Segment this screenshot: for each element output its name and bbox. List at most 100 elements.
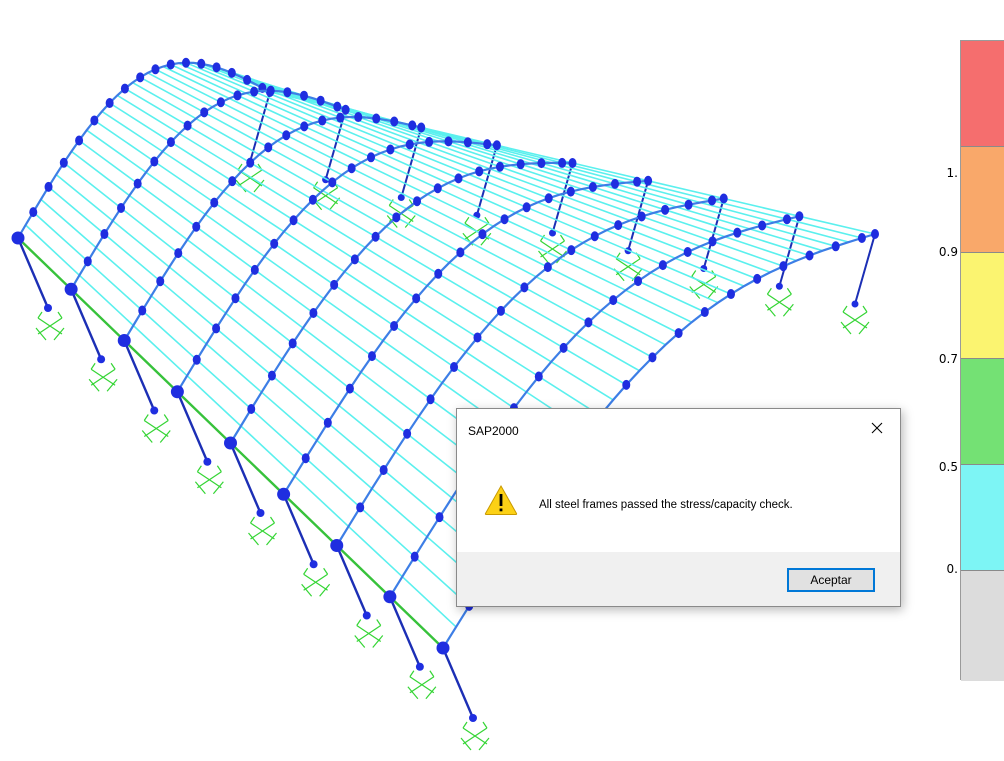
frame-hinge — [495, 161, 504, 172]
color-band-gray — [961, 571, 1004, 681]
frame-hinge — [567, 245, 576, 256]
frame-hinge — [347, 163, 356, 174]
frame-hinge — [264, 142, 273, 153]
frame-hinge — [496, 305, 505, 316]
frame-hinge — [590, 231, 599, 242]
frame-hinge — [433, 183, 442, 194]
frame-hinge — [212, 323, 221, 334]
frame-hinge — [192, 354, 201, 365]
frame-hinge — [354, 112, 363, 123]
frame-hinge — [183, 120, 192, 131]
frame-hinge — [758, 220, 767, 231]
frame-hinge — [212, 62, 221, 73]
frame-hinge — [301, 453, 310, 464]
column-base-node — [851, 300, 859, 308]
column-base-node — [309, 560, 318, 569]
frame-hinge — [75, 135, 84, 146]
frame-hinge — [622, 379, 631, 390]
close-icon — [871, 422, 883, 434]
frame-hinge — [520, 282, 529, 293]
frame-hinge — [133, 178, 142, 189]
frame-hinge — [727, 289, 735, 300]
frame-hinge — [247, 403, 256, 414]
scale-label-0-5: 0.5 — [938, 460, 958, 474]
frame-hinge — [708, 195, 717, 206]
eave-node — [11, 231, 25, 245]
frame-hinge — [417, 122, 426, 133]
front-support — [35, 311, 65, 341]
dialog-titlebar[interactable]: SAP2000 — [457, 409, 900, 453]
frame-hinge — [367, 351, 376, 362]
model-viewport[interactable] — [0, 0, 1004, 761]
frame-hinge — [633, 176, 642, 187]
front-column — [335, 545, 368, 616]
stress-ratio-color-scale — [960, 40, 1004, 681]
column-base-node — [97, 355, 106, 364]
frame-hinge — [478, 229, 487, 240]
frame-hinge — [83, 256, 92, 267]
color-band-red — [961, 41, 1004, 147]
close-button[interactable] — [854, 409, 900, 447]
dialog-title: SAP2000 — [468, 424, 519, 438]
frame-hinge — [537, 158, 546, 169]
warning-icon — [484, 484, 518, 515]
frame-hinge — [156, 276, 165, 287]
frame-hinge — [500, 214, 509, 225]
frame-hinge — [566, 186, 575, 197]
frame-hinge — [246, 157, 255, 168]
front-support — [194, 465, 224, 495]
frame-hinge — [516, 159, 525, 170]
color-band-green — [961, 359, 1004, 465]
frame-hinge — [674, 328, 683, 339]
frame-hinge — [150, 156, 159, 167]
frame-hinge — [283, 87, 292, 98]
frame-hinge — [59, 157, 68, 168]
frame-hinge — [379, 464, 388, 475]
frame-hinge — [44, 181, 53, 192]
frame-hinge — [138, 305, 147, 316]
front-column — [441, 647, 475, 719]
frame-hinge — [356, 502, 365, 513]
frame-hinge — [210, 197, 219, 208]
frame-hinge — [328, 177, 337, 188]
frame-hinge — [300, 90, 309, 101]
frame-hinge — [182, 57, 190, 68]
frame-hinge — [584, 317, 593, 328]
frame-hinge — [100, 229, 109, 240]
frame-hinge — [708, 236, 717, 247]
front-support — [141, 414, 171, 443]
frame-hinge — [309, 308, 318, 319]
frame-hinge — [105, 98, 114, 109]
frame-hinge — [434, 268, 443, 279]
front-support — [460, 721, 490, 751]
color-band-orange — [961, 147, 1004, 253]
frame-hinge — [372, 113, 381, 124]
frame-hinge — [492, 140, 501, 151]
frame-hinge — [174, 248, 183, 259]
frame-hinge — [614, 220, 623, 231]
frame-hinge — [288, 338, 297, 349]
frame-hinge — [403, 428, 412, 439]
frame-hinge — [634, 276, 643, 287]
back-column — [854, 233, 876, 305]
ok-button[interactable]: Aceptar — [787, 568, 875, 592]
eave-node — [436, 641, 450, 655]
frame-hinge — [197, 58, 206, 69]
frame-hinge — [282, 130, 291, 141]
column-base-node — [469, 714, 477, 722]
frame-hinge — [405, 139, 414, 150]
frame-hinge — [871, 229, 879, 239]
front-support — [248, 516, 277, 546]
frame-hinge — [426, 394, 435, 405]
frame-hinge — [412, 293, 421, 304]
eave-node — [170, 385, 184, 399]
eave-node — [383, 590, 397, 604]
frame-hinge — [683, 247, 692, 258]
eave-node — [277, 487, 291, 501]
front-support — [88, 362, 118, 392]
frame-hinge — [544, 193, 553, 204]
front-column — [282, 493, 315, 565]
front-support — [354, 619, 384, 648]
column-base-node — [775, 282, 783, 290]
column-base-node — [203, 457, 212, 466]
